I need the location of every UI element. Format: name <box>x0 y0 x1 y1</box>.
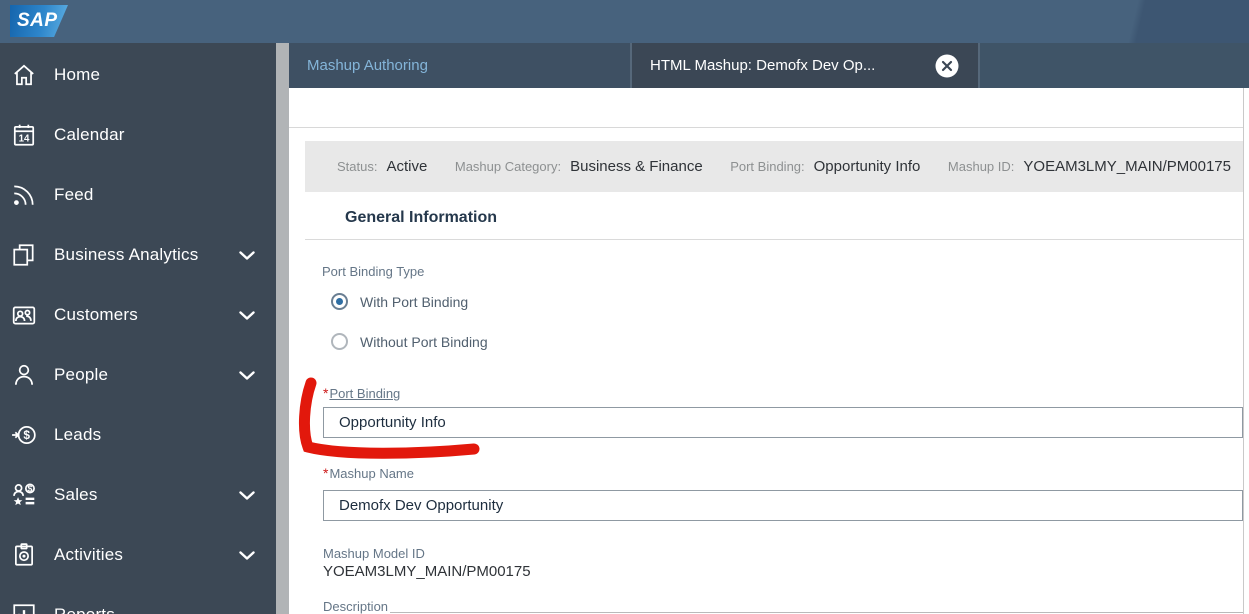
radio-label: With Port Binding <box>360 293 469 310</box>
required-marker: * <box>323 465 329 481</box>
mashup-name-input[interactable] <box>323 490 1243 521</box>
tab-label: HTML Mashup: Demofx Dev Op... <box>650 57 876 74</box>
description-divider <box>390 612 1243 613</box>
sidebar-item-label: Reports <box>54 605 256 614</box>
status-value: Opportunity Info <box>813 158 921 175</box>
status-label: Mashup ID: <box>947 159 1015 174</box>
sidebar-item-home[interactable]: Home <box>0 45 276 105</box>
status-field-status: Status: Active <box>337 158 427 175</box>
calendar-icon: 14 <box>10 122 37 149</box>
chevron-down-icon <box>239 310 255 320</box>
mashup-detail-page: Status: Active Mashup Category: Business… <box>289 88 1244 614</box>
status-field-mashup-id: Mashup ID: YOEAM3LMY_MAIN/PM00175 <box>948 158 1231 175</box>
tab-bar: Mashup Authoring HTML Mashup: Demofx Dev… <box>289 43 1249 88</box>
sidebar-item-feed[interactable]: Feed <box>0 165 276 225</box>
sidebar-item-label: People <box>54 365 109 384</box>
sidebar-item-label: Calendar <box>54 125 125 144</box>
chevron-down-icon <box>239 550 255 560</box>
mashup-model-id-value: YOEAM3LMY_MAIN/PM00175 <box>323 563 531 580</box>
close-icon[interactable] <box>934 53 960 79</box>
sidebar-item-label: Customers <box>54 305 138 324</box>
chevron-down-icon <box>239 250 255 260</box>
sidebar-item-reports[interactable]: Reports <box>0 585 276 614</box>
svg-text:$: $ <box>27 484 32 494</box>
status-label: Status: <box>337 159 378 174</box>
status-value: YOEAM3LMY_MAIN/PM00175 <box>1023 158 1231 175</box>
activities-icon <box>10 542 37 569</box>
mashup-model-id-label: Mashup Model ID <box>323 546 425 561</box>
chevron-down-icon <box>239 490 255 500</box>
sidebar-item-label: Business Analytics <box>54 245 199 264</box>
sales-icon: $ <box>10 482 37 509</box>
sidebar-nav: Home 14 Calendar Feed Business Analytics… <box>0 43 276 614</box>
status-field-category: Mashup Category: Business & Finance <box>455 158 703 175</box>
status-bar: Status: Active Mashup Category: Business… <box>305 141 1243 192</box>
chevron-down-icon <box>239 370 255 380</box>
radio-without-port-binding[interactable]: Without Port Binding <box>331 333 488 350</box>
port-binding-label[interactable]: *Port Binding <box>323 385 400 401</box>
description-label: Description <box>323 599 389 614</box>
sap-logo: SAP <box>10 5 68 37</box>
tab-label: Mashup Authoring <box>307 57 428 74</box>
tab-html-mashup[interactable]: HTML Mashup: Demofx Dev Op... <box>632 43 980 88</box>
radio-selected-icon[interactable] <box>331 293 348 310</box>
sidebar-item-label: Sales <box>54 485 98 504</box>
home-icon <box>10 62 37 89</box>
required-marker: * <box>323 385 329 401</box>
reports-icon <box>10 602 37 614</box>
sidebar-item-label: Leads <box>54 425 102 444</box>
sidebar-item-people[interactable]: People <box>0 345 276 405</box>
svg-text:$: $ <box>23 428 30 442</box>
leads-icon: $ <box>10 422 37 449</box>
sidebar-item-leads[interactable]: $ Leads <box>0 405 276 465</box>
sidebar-item-customers[interactable]: Customers <box>0 285 276 345</box>
radio-with-port-binding[interactable]: With Port Binding <box>331 293 468 310</box>
sidebar-item-business-analytics[interactable]: Business Analytics <box>0 225 276 285</box>
sidebar-item-label: Activities <box>54 545 124 564</box>
radio-label: Without Port Binding <box>360 333 488 350</box>
mashup-name-label: *Mashup Name <box>323 465 414 481</box>
people-icon <box>10 362 37 389</box>
sidebar-item-label: Home <box>54 65 101 84</box>
status-value: Active <box>386 158 428 175</box>
tab-bar-filler <box>980 43 1249 88</box>
section-title: General Information <box>345 209 498 226</box>
page-header-strip <box>289 88 1243 128</box>
radio-unselected-icon[interactable] <box>331 333 348 350</box>
status-field-port-binding: Port Binding: Opportunity Info <box>730 158 920 175</box>
status-value: Business & Finance <box>570 158 703 175</box>
customers-icon <box>10 302 37 329</box>
port-binding-type-label: Port Binding Type <box>322 264 425 279</box>
section-divider <box>305 239 1243 240</box>
sidebar-item-activities[interactable]: Activities <box>0 525 276 585</box>
business-analytics-icon <box>10 242 37 269</box>
status-label: Mashup Category: <box>454 159 562 174</box>
feed-icon <box>10 182 37 209</box>
sidebar-scrollbar[interactable] <box>276 43 289 614</box>
sidebar-item-sales[interactable]: $ Sales <box>0 465 276 525</box>
svg-text:14: 14 <box>18 134 29 145</box>
top-banner: SAP <box>0 0 1249 43</box>
sidebar-item-label: Feed <box>54 185 94 204</box>
status-label: Port Binding: <box>730 159 805 174</box>
port-binding-input[interactable] <box>323 407 1243 438</box>
tab-mashup-authoring[interactable]: Mashup Authoring <box>289 43 632 88</box>
sidebar-item-calendar[interactable]: 14 Calendar <box>0 105 276 165</box>
